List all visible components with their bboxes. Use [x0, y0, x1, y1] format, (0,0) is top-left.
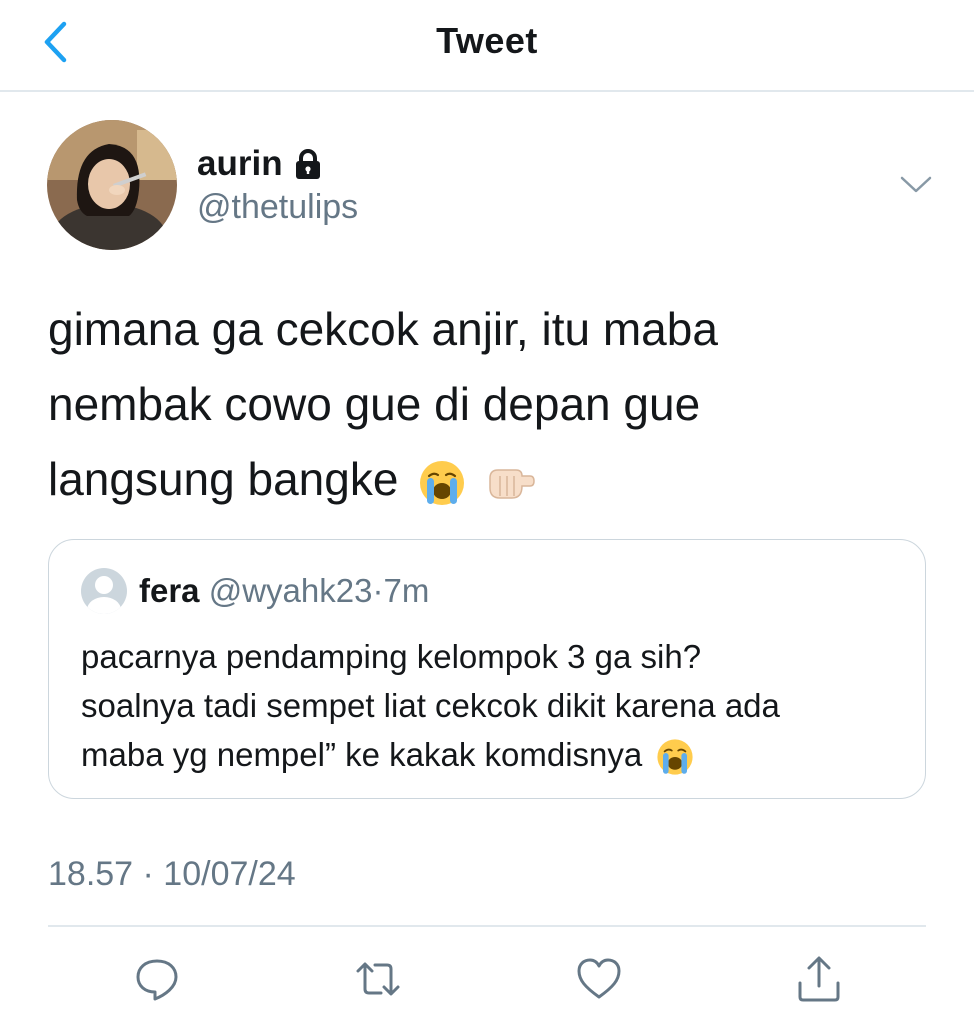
- quoted-avatar[interactable]: [81, 568, 127, 614]
- quoted-text: pacarnya pendamping kelompok 3 ga sih? s…: [81, 632, 911, 779]
- heart-icon: [577, 958, 621, 999]
- loudly-crying-face-icon: [420, 460, 465, 505]
- tweet-line: langsung bangke: [48, 453, 399, 505]
- quoted-line: soalnya tadi sempet liat cekcok dikit ka…: [81, 687, 780, 724]
- retweet-button[interactable]: [354, 955, 402, 1003]
- avatar-image: [47, 120, 177, 250]
- tweet-line: gimana ga cekcok anjir, itu maba: [48, 303, 718, 355]
- loudly-crying-face-icon: [657, 739, 694, 775]
- quoted-separator: ·: [372, 572, 384, 609]
- quoted-line: pacarnya pendamping kelompok 3 ga sih?: [81, 638, 702, 675]
- quoted-display-name: fera: [139, 572, 200, 609]
- quoted-tweet-card[interactable]: fera @wyahk23·7m pacarnya pendamping kel…: [48, 539, 926, 799]
- default-avatar-icon: [81, 568, 127, 614]
- quoted-handle: @wyahk23: [208, 572, 373, 609]
- share-icon: [798, 956, 840, 1002]
- backhand-pointing-fist-icon: [489, 469, 535, 499]
- tweet-line: nembak cowo gue di depan gue: [48, 378, 701, 430]
- more-options-button[interactable]: [896, 168, 936, 202]
- display-name[interactable]: aurin: [197, 144, 283, 184]
- divider: [48, 925, 926, 927]
- tweet-text: gimana ga cekcok anjir, itu maba nembak …: [48, 292, 908, 517]
- tweet-line-last: langsung bangke: [48, 442, 908, 517]
- reply-icon: [136, 959, 178, 1001]
- page-title: Tweet: [436, 20, 538, 61]
- tweet-timestamp: 18.57 · 10/07/24: [48, 855, 296, 893]
- retweet-icon: [356, 962, 400, 996]
- author-name-row: aurin: [197, 142, 323, 186]
- avatar[interactable]: [47, 120, 177, 250]
- reply-button[interactable]: [133, 955, 181, 1003]
- top-bar: Tweet: [0, 0, 974, 92]
- quoted-line-last: maba yg nempel” ke kakak komdisnya: [81, 730, 911, 779]
- quoted-line: maba yg nempel” ke kakak komdisnya: [81, 736, 643, 773]
- like-button[interactable]: [575, 955, 623, 1003]
- quoted-meta: fera @wyahk23·7m: [139, 570, 429, 612]
- share-button[interactable]: [795, 955, 843, 1003]
- lock-icon: [295, 149, 320, 179]
- chevron-down-icon: [900, 176, 932, 193]
- author-handle[interactable]: @thetulips: [197, 188, 358, 227]
- quoted-time: 7m: [383, 572, 430, 609]
